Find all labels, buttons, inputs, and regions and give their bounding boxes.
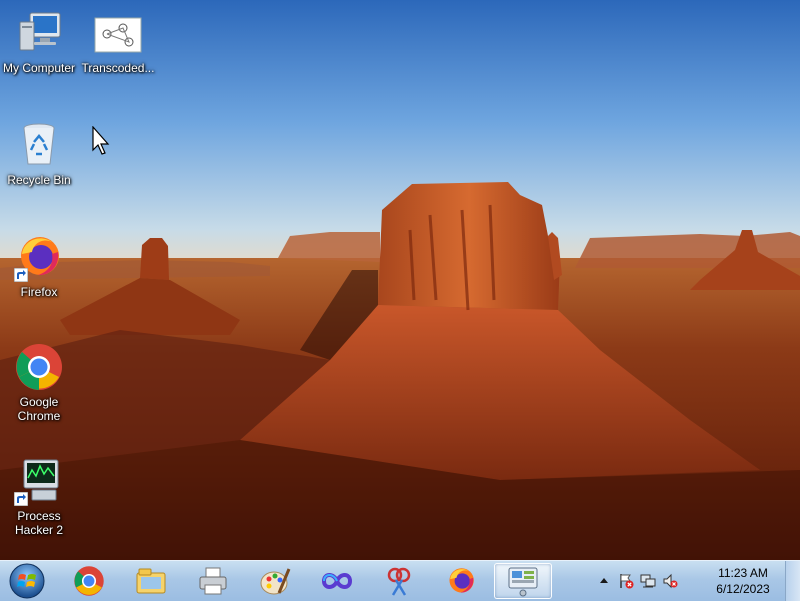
mouse-cursor-icon xyxy=(92,126,110,155)
taskbar-chrome-button[interactable] xyxy=(64,563,114,599)
clock-time: 11:23 AM xyxy=(718,566,768,580)
recycle-bin-icon xyxy=(14,120,64,170)
desktop-icon-label: Process Hacker 2 xyxy=(14,509,64,537)
desktop-icon-my-computer[interactable]: My Computer xyxy=(1,8,77,75)
shortcut-arrow-icon xyxy=(14,268,28,282)
desktop-icon-recycle-bin[interactable]: Recycle Bin xyxy=(1,120,77,187)
show-desktop-button[interactable] xyxy=(785,561,800,601)
infinity-app-icon xyxy=(321,573,353,589)
printer-icon xyxy=(199,567,227,595)
firefox-icon xyxy=(449,568,474,593)
taskbar: 11:23 AM 6/12/2023 xyxy=(0,560,800,601)
firefox-icon xyxy=(14,232,64,282)
taskbar-paint-button[interactable] xyxy=(250,563,300,599)
action-center-flag-icon[interactable] xyxy=(618,573,634,589)
taskbar-printer-button[interactable] xyxy=(188,563,238,599)
chrome-icon xyxy=(74,566,104,596)
desktop-icon-label: Google Chrome xyxy=(17,395,61,423)
desktop-icon-firefox[interactable]: Firefox xyxy=(1,232,77,299)
process-hacker-icon xyxy=(14,456,64,506)
shortcut-arrow-icon xyxy=(14,492,28,506)
taskbar-firefox-button[interactable] xyxy=(436,563,486,599)
taskbar-snipping-tool-button[interactable] xyxy=(374,563,424,599)
clock[interactable]: 11:23 AM 6/12/2023 xyxy=(708,565,778,597)
taskbar-infinity-app-button[interactable] xyxy=(312,563,362,599)
control-panel-icon xyxy=(508,567,538,597)
desktop-icon-transcoded[interactable]: Transcoded... xyxy=(80,8,156,75)
desktop-icon-label: Recycle Bin xyxy=(7,173,71,187)
paint-icon xyxy=(260,568,291,595)
taskbar-control-panel-button[interactable] xyxy=(494,563,552,599)
start-button[interactable] xyxy=(4,562,50,600)
windows-orb-icon xyxy=(9,563,45,599)
file-explorer-icon xyxy=(136,568,166,594)
volume-muted-icon[interactable] xyxy=(662,573,678,589)
chrome-icon xyxy=(14,342,64,392)
desktop-icon-label: Firefox xyxy=(20,285,58,299)
notification-area: 11:23 AM 6/12/2023 xyxy=(588,561,778,601)
snipping-tool-icon xyxy=(387,567,411,596)
desktop[interactable]: My Computer Transcoded... Recycle Bin Fi… xyxy=(0,0,800,560)
desktop-icon-process-hacker-2[interactable]: Process Hacker 2 xyxy=(1,456,77,537)
desktop-wallpaper xyxy=(0,0,800,560)
show-hidden-icons-arrow[interactable] xyxy=(596,573,612,589)
clock-date: 6/12/2023 xyxy=(716,582,770,596)
desktop-icon-label: Transcoded... xyxy=(81,61,155,75)
desktop-icon-google-chrome[interactable]: Google Chrome xyxy=(1,342,77,423)
image-thumbnail-icon xyxy=(93,8,143,58)
taskbar-explorer-button[interactable] xyxy=(126,563,176,599)
computer-icon xyxy=(14,8,64,58)
desktop-icon-label: My Computer xyxy=(2,61,76,75)
network-icon[interactable] xyxy=(640,573,656,589)
